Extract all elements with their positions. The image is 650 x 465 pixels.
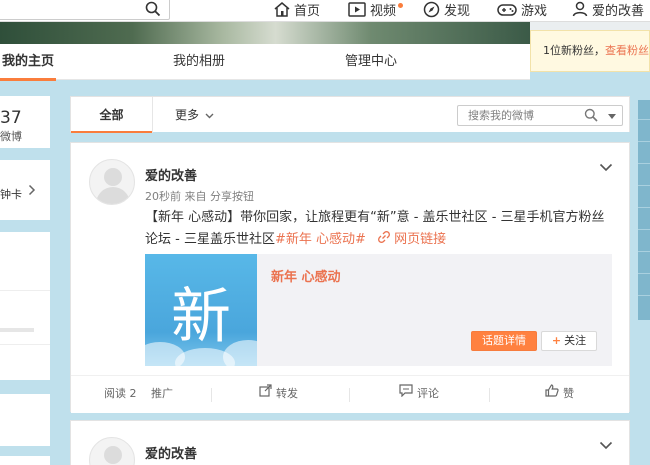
- avatar[interactable]: [89, 437, 135, 465]
- profile-tab-bar: 我的主页 我的相册 管理中心: [0, 44, 530, 81]
- nav-discover-label: 发现: [444, 3, 471, 19]
- left-divider: [0, 290, 50, 291]
- tab-all[interactable]: 全部: [71, 97, 153, 133]
- post-author[interactable]: 爱的改善: [145, 165, 197, 184]
- global-search-input[interactable]: [0, 0, 170, 20]
- search-icon[interactable]: [145, 1, 161, 20]
- repost-button[interactable]: 转发: [259, 376, 298, 412]
- weibo-count[interactable]: 37: [0, 108, 22, 128]
- nav-home[interactable]: 首页: [274, 0, 321, 19]
- weibo-count-label: 微博: [0, 130, 22, 143]
- weibo-post-2: 爱的改善: [70, 420, 630, 465]
- search-placeholder: 搜索我的微博: [468, 109, 534, 122]
- right-panel-cell[interactable]: [638, 122, 650, 142]
- post-action-bar: 阅读 2 推广 转发 评论 赞: [71, 375, 629, 413]
- notice-text: 1位新粉丝，: [543, 44, 605, 57]
- left-progress-bar: [0, 328, 34, 332]
- like-label: 赞: [563, 387, 574, 400]
- tab-management-center[interactable]: 管理中心: [345, 44, 397, 80]
- follow-label: 关注: [564, 334, 587, 347]
- video-icon: [348, 1, 366, 17]
- left-divider-2: [0, 344, 50, 345]
- left-card-4: [0, 456, 50, 465]
- comment-label: 评论: [417, 387, 439, 400]
- right-panel-cell[interactable]: [638, 276, 650, 296]
- like-button[interactable]: 赞: [545, 376, 574, 412]
- right-panel-cell[interactable]: [638, 166, 650, 186]
- right-panel-cell[interactable]: [638, 100, 650, 120]
- top-navbar: 首页 视频 发现 游戏 爱的改善: [0, 0, 650, 22]
- comment-icon: [399, 376, 413, 412]
- nav-video-label: 视频: [370, 3, 397, 19]
- right-panel-cell[interactable]: [638, 188, 650, 208]
- feed-filter-bar: 全部 更多 搜索我的微博: [70, 96, 630, 133]
- tab-more[interactable]: 更多: [175, 97, 214, 133]
- nav-profile[interactable]: 爱的改善: [572, 0, 645, 19]
- nav-games-label: 游戏: [521, 3, 548, 19]
- right-panel-cell[interactable]: [638, 254, 650, 274]
- left-card-label: 钟卡: [0, 188, 22, 201]
- tab-my-album[interactable]: 我的相册: [173, 44, 225, 80]
- post-meta[interactable]: 20秒前 来自 分享按钮: [145, 188, 254, 204]
- stats-card: 37 微博: [0, 96, 50, 148]
- compass-icon: [423, 1, 440, 18]
- repost-label: 转发: [276, 387, 298, 400]
- view-followers-link[interactable]: 查看粉丝: [605, 44, 649, 57]
- promote-button[interactable]: 推广: [151, 376, 173, 412]
- right-panel-cell[interactable]: [638, 232, 650, 252]
- weibo-post: 爱的改善 20秒前 来自 分享按钮 【新年 心感动】带你回家，让旅程更有“新”意…: [70, 142, 630, 413]
- left-card-3: [0, 394, 50, 446]
- search-icon[interactable]: [584, 108, 598, 128]
- chevron-right-icon: [28, 184, 36, 199]
- user-icon: [572, 1, 588, 17]
- nav-home-label: 首页: [294, 3, 321, 19]
- divider: [349, 388, 350, 402]
- thumbs-up-icon: [545, 376, 559, 412]
- topic-card-title[interactable]: 新年 心感动: [271, 266, 341, 285]
- comment-button[interactable]: 评论: [399, 376, 439, 412]
- promote-label: 推广: [151, 387, 173, 400]
- tab-my-home[interactable]: 我的主页: [0, 44, 57, 81]
- search-dropdown-icon[interactable]: [608, 114, 616, 119]
- profile-cover-image: [0, 22, 530, 44]
- left-card[interactable]: 钟卡: [0, 160, 50, 220]
- nav-discover[interactable]: 发现: [423, 0, 471, 19]
- my-weibo-search-input[interactable]: 搜索我的微博: [457, 105, 623, 126]
- right-panel-cell[interactable]: [638, 144, 650, 164]
- left-panel: [0, 232, 50, 380]
- read-count-label: 阅读 2: [104, 387, 137, 400]
- topic-card[interactable]: 新 新年 心感动 话题详情 + 关注: [145, 254, 612, 366]
- post-author[interactable]: 爱的改善: [145, 443, 197, 462]
- link-icon: [378, 231, 390, 247]
- gamepad-icon: [497, 2, 517, 17]
- nav-games[interactable]: 游戏: [497, 0, 548, 19]
- new-follower-notice: 1位新粉丝，查看粉丝: [530, 30, 650, 72]
- post-text: 【新年 心感动】带你回家，让旅程更有“新”意 - 盖乐世社区 - 三星手机官方粉…: [145, 207, 615, 251]
- notification-dot: [398, 2, 404, 8]
- post-text-main: 【新年 心感动】带你回家，让旅程更有“新”意 - 盖乐世社区 - 三星手机官方粉…: [145, 210, 605, 247]
- post-menu-chevron-icon[interactable]: [599, 439, 613, 453]
- nav-video[interactable]: 视频: [348, 0, 404, 19]
- topic-link[interactable]: #新年 心感动#: [275, 232, 366, 247]
- repost-icon: [259, 376, 272, 412]
- right-panel-cell[interactable]: [638, 210, 650, 230]
- divider: [489, 388, 490, 402]
- read-count: 阅读 2: [104, 376, 137, 412]
- nav-profile-label: 爱的改善: [592, 3, 645, 19]
- home-icon: [274, 1, 290, 17]
- web-link[interactable]: 网页链接: [378, 231, 447, 247]
- tab-more-label: 更多: [175, 108, 200, 122]
- topic-details-button[interactable]: 话题详情: [471, 331, 537, 351]
- topic-thumbnail: 新: [145, 254, 257, 366]
- topic-thumbnail-char: 新: [171, 282, 231, 352]
- plus-icon: +: [551, 334, 562, 347]
- web-link-label: 网页链接: [394, 232, 447, 247]
- chevron-down-icon: [205, 97, 214, 133]
- post-menu-chevron-icon[interactable]: [599, 161, 613, 175]
- right-side-panel[interactable]: [638, 100, 650, 320]
- divider: [211, 388, 212, 402]
- avatar[interactable]: [89, 159, 135, 205]
- follow-topic-button[interactable]: + 关注: [541, 331, 597, 351]
